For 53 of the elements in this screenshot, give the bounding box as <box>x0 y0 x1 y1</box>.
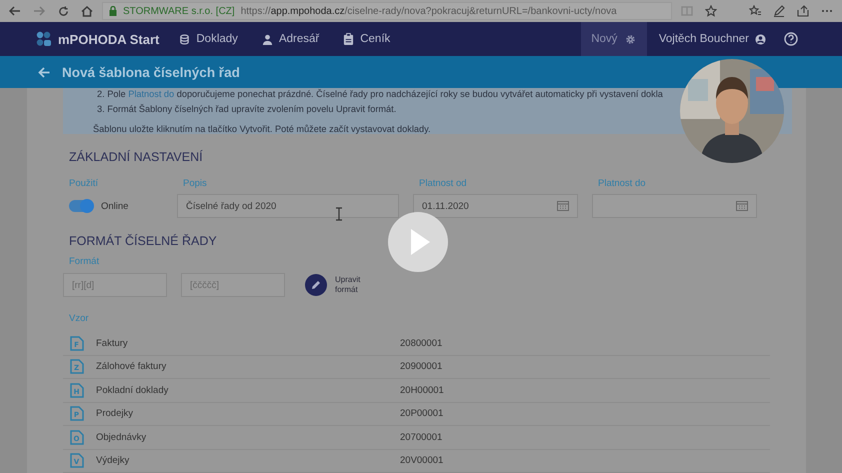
field-label: Platnost od <box>419 178 468 189</box>
number-pattern: 20V00001 <box>400 455 444 466</box>
page-title: Nová šablona číselných řad <box>62 64 240 80</box>
document-type: Faktury <box>96 338 129 349</box>
site-identity[interactable]: STORMWARE s.r.o. [CZ] <box>123 6 235 16</box>
stack-icon <box>179 34 190 44</box>
person-icon <box>262 34 273 44</box>
video-play-overlay[interactable] <box>388 212 448 272</box>
number-pattern: 20900001 <box>400 361 442 372</box>
account-icon <box>755 34 766 44</box>
section-title: FORMÁT ČÍSELNÉ ŘADY <box>69 234 218 248</box>
help-icon[interactable] <box>784 32 798 46</box>
date-field[interactable]: 01.11.2020 <box>413 194 578 218</box>
field-label: Platnost do <box>598 178 647 189</box>
settings-icon <box>625 34 636 44</box>
pencil-icon <box>311 280 321 290</box>
field-label: Formát <box>69 256 100 267</box>
document-type: Zálohové faktury <box>96 361 168 372</box>
calendar-icon <box>736 201 748 211</box>
document-type: Výdejky <box>96 455 130 466</box>
number-pattern: 20800001 <box>400 338 442 349</box>
brand-name[interactable]: mPOHODA Start <box>58 32 160 46</box>
number-pattern: 20700001 <box>400 432 442 443</box>
clipboard-icon <box>343 33 354 45</box>
document-type: Objednávky <box>96 432 148 443</box>
input-field[interactable]: Číselné řady od 2020 <box>177 194 399 218</box>
document-type: Prodejky <box>96 408 134 420</box>
toggle-label: Online <box>101 200 128 212</box>
nav-link[interactable]: Doklady <box>179 33 238 45</box>
logo-icon <box>36 31 52 47</box>
number-pattern: 20P00001 <box>400 408 444 420</box>
edit-format-label[interactable]: Upravit formát <box>335 274 367 296</box>
toggle-switch[interactable] <box>69 200 93 212</box>
field-label: Použití <box>69 178 100 189</box>
date-field[interactable] <box>592 194 757 218</box>
lock-icon <box>109 6 117 16</box>
user-menu[interactable]: Vojtěch Bouchner <box>658 33 766 45</box>
field-label: Vzor <box>69 313 90 324</box>
edit-format-button[interactable] <box>305 274 327 296</box>
instruction-text: 2. Pole Platnost do doporučujeme ponechat prázdné. Číselné řady pro nadcházející roky se budou vytvářet automaticky při vystavení dokla <box>97 89 664 100</box>
nav-link[interactable]: Adresář <box>262 33 320 45</box>
new-button[interactable]: Nový <box>580 22 647 56</box>
document-type: Pokladní doklady <box>96 384 170 396</box>
address-bar[interactable]: https://app.mpohoda.cz/ciselne-rady/nova?pokracuj&returnURL=/bankovni-ucty/nova <box>240 6 617 16</box>
instruction-text: 3. Formát Šablony číselných řad upravíte zvolením povelu Upravit formát. <box>97 104 398 115</box>
info-note: Šablonu uložte kliknutím na tlačítko Vytvořit. Poté můžete začít vystavovat doklady. <box>93 124 432 134</box>
calendar-icon <box>557 201 569 211</box>
number-pattern: 20H00001 <box>400 384 444 396</box>
field-label: Popis <box>183 178 208 189</box>
text-cursor-icon <box>335 207 343 221</box>
section-title: ZÁKLADNÍ NASTAVENÍ <box>69 150 204 164</box>
back-arrow-icon[interactable] <box>38 66 50 78</box>
nav-link[interactable]: Ceník <box>343 33 390 45</box>
